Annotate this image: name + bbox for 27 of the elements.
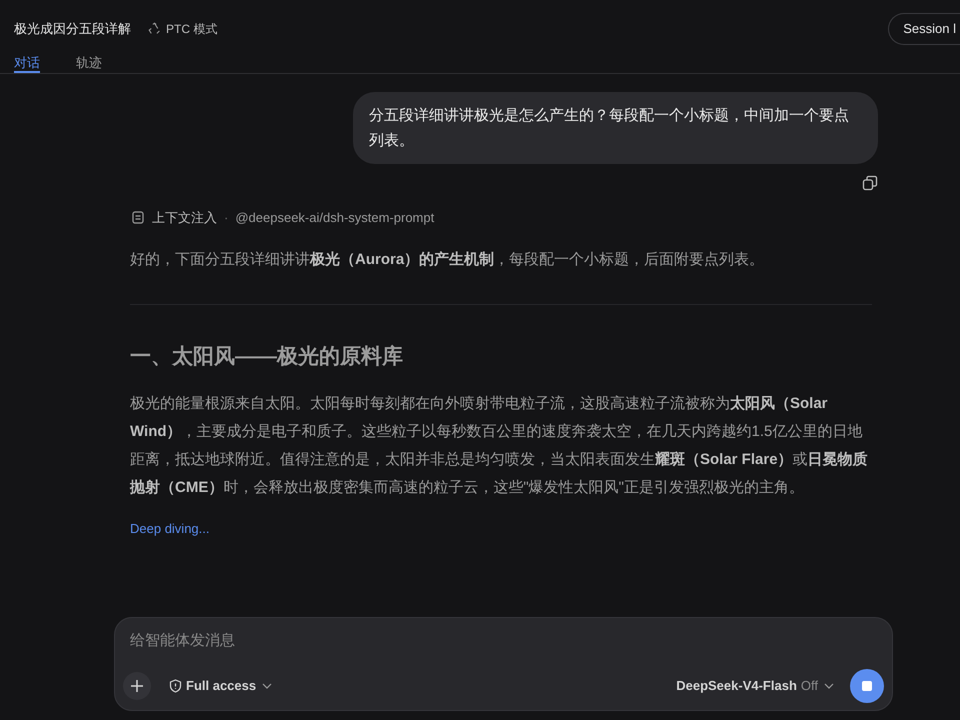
copy-icon[interactable] (862, 175, 878, 191)
mode-label: PTC 模式 (166, 20, 218, 38)
model-selector[interactable]: DeepSeek-V4-Flash Off (676, 676, 834, 696)
context-label: 上下文注入 (152, 209, 217, 227)
model-name: DeepSeek-V4-Flash (676, 677, 797, 696)
document-icon (132, 211, 144, 224)
stop-button[interactable] (850, 669, 884, 703)
session-button[interactable]: Session l (888, 12, 960, 44)
tab[interactable]: 轨迹 (76, 55, 102, 73)
chevron-down-icon (262, 683, 272, 689)
stop-icon (862, 681, 872, 691)
access-button[interactable]: Full access (169, 676, 272, 696)
tab[interactable]: 对话 (14, 55, 40, 73)
shield-icon (169, 679, 182, 693)
chat-title: 极光成因分五段详解 (14, 20, 131, 38)
chevron-down-icon (824, 683, 834, 689)
section-heading: 一、太阳风——极光的原料库 (130, 344, 404, 370)
status-text: Deep diving... (130, 520, 210, 536)
intro-paragraph: 好的，下面分五段详细讲讲极光（Aurora）的产生机制，每段配一个小标题，后面附要点列表。 (130, 250, 766, 270)
add-button[interactable] (123, 672, 151, 700)
context-source: @deepseek-ai/dsh-system-prompt (235, 209, 434, 227)
message-input[interactable]: 给智能体发消息 (130, 630, 884, 652)
thinking-state: Off (800, 677, 818, 696)
section-paragraph: 极光的能量根源来自太阳。太阳每时每刻都在向外喷射带电粒子流，这股高速粒子流被称为太阳风（Solar Wind），主要成分是电子和质子。这些粒子以每秒数百公里的速度奔袭太空，在几天内跨越约1.5亿公里的日地距离，抵达地球附近。值得注意的是，太阳并非总是均匀喷发，当太阳表面发生耀斑（Solar Flare）或日冕物质抛射（CME）时，会释放出极度密集而高速的粒子云，这些"爆发性太阳风"正是引发强烈极光的主角。 (130, 394, 869, 498)
plus-icon (130, 679, 144, 693)
separator-dot: · (224, 209, 228, 227)
user-message: 分五段详细讲讲极光是怎么产生的？每段配一个小标题，中间加一个要点列表。 (353, 92, 878, 164)
